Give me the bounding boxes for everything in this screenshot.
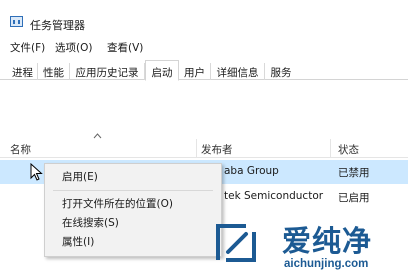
column-publisher[interactable]: 发布者 <box>201 142 233 157</box>
tab-details[interactable]: 详细信息 <box>211 63 265 80</box>
watermark: 爱纯净 aichunjing.com <box>212 214 408 274</box>
tab-processes[interactable]: 进程 <box>8 63 38 80</box>
tab-users[interactable]: 用户 <box>179 63 211 80</box>
tab-performance[interactable]: 性能 <box>38 63 70 80</box>
row-status: 已禁用 <box>338 167 370 179</box>
menu-divider <box>53 190 213 191</box>
column-header: 名称 发布者 状态 <box>0 139 408 158</box>
menu-item-properties[interactable]: 属性(I) <box>62 234 94 249</box>
mouse-pointer-icon <box>30 162 44 181</box>
menu-options[interactable]: 选项(O) <box>55 40 92 55</box>
context-menu: 启用(E) 打开文件所在的位置(O) 在线搜索(S) 属性(I) <box>44 163 222 257</box>
column-name[interactable]: 名称 <box>10 142 31 157</box>
menu-file[interactable]: 文件(F) <box>10 40 45 55</box>
row-publisher: tek Semiconductor <box>224 190 324 202</box>
menu-bar: 文件(F) 选项(O) 查看(V) <box>0 38 408 56</box>
menu-item-enable[interactable]: 启用(E) <box>62 169 98 184</box>
row-publisher: aba Group <box>224 165 279 177</box>
task-manager-icon <box>10 16 23 27</box>
menu-item-open-file-location[interactable]: 打开文件所在的位置(O) <box>62 196 173 211</box>
watermark-url: aichunjing.com <box>284 258 369 270</box>
watermark-logo-icon <box>212 218 260 266</box>
title-bar: 任务管理器 <box>0 0 408 34</box>
tab-services[interactable]: 服务 <box>265 63 297 80</box>
menu-view[interactable]: 查看(V) <box>107 40 143 55</box>
column-divider[interactable] <box>196 139 197 158</box>
tab-startup[interactable]: 启动 <box>145 60 179 81</box>
column-status[interactable]: 状态 <box>338 142 359 157</box>
tab-app-history[interactable]: 应用历史记录 <box>70 63 145 80</box>
tab-bar: 进程 性能 应用历史记录 启动 用户 详细信息 服务 <box>0 60 408 81</box>
watermark-title: 爱纯净 <box>282 224 373 258</box>
column-divider[interactable] <box>330 139 331 158</box>
window-title: 任务管理器 <box>30 19 85 32</box>
row-status: 已启用 <box>338 192 370 204</box>
menu-item-search-online[interactable]: 在线搜索(S) <box>62 215 119 230</box>
